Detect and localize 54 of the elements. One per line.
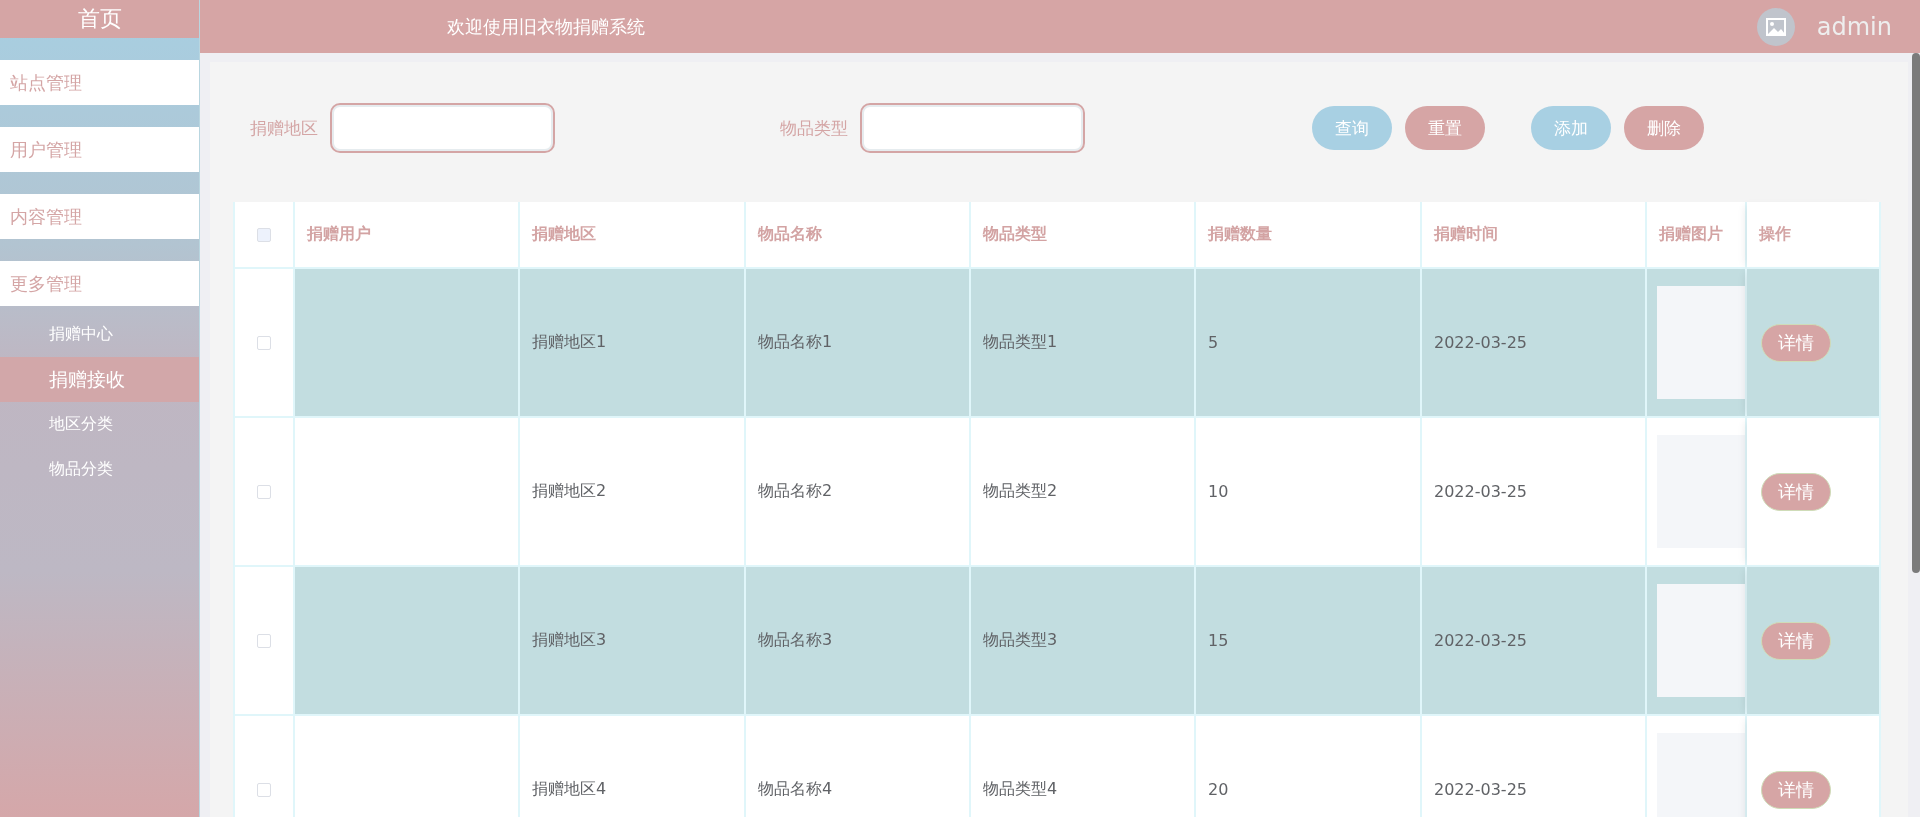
submenu-item[interactable]: 捐赠接收 xyxy=(0,357,199,402)
table-cell: 2022-03-25 xyxy=(1422,269,1647,418)
scrollbar-thumb[interactable] xyxy=(1912,53,1920,573)
detail-button[interactable]: 详情 xyxy=(1761,621,1831,660)
app-title: 欢迎使用旧衣物捐赠系统 xyxy=(447,14,645,39)
table-cell: 10 xyxy=(1196,418,1422,567)
input-field[interactable] xyxy=(860,103,1085,153)
menu-item[interactable]: 站点管理 xyxy=(0,60,199,105)
column-header: 物品类型 xyxy=(971,202,1196,269)
checkbox[interactable] xyxy=(257,335,271,350)
image-icon xyxy=(1765,17,1786,36)
column-header: 捐赠用户 xyxy=(295,202,520,269)
action-button[interactable]: 添加 xyxy=(1531,106,1611,150)
action-button[interactable]: 查询 xyxy=(1312,106,1392,150)
avatar[interactable] xyxy=(1756,7,1795,46)
detail-button[interactable]: 详情 xyxy=(1761,770,1831,809)
column-header: 捐赠时间 xyxy=(1422,202,1647,269)
column-header: 操作 xyxy=(1747,202,1881,269)
checkbox[interactable] xyxy=(257,782,271,797)
menu-item[interactable]: 内容管理 xyxy=(0,194,199,239)
checkbox[interactable] xyxy=(257,484,271,499)
checkbox[interactable] xyxy=(257,227,271,242)
submenu-item[interactable]: 地区分类 xyxy=(0,402,199,447)
table-cell: 物品名称3 xyxy=(746,567,971,716)
table-cell: 15 xyxy=(1196,567,1422,716)
filter-label: 捐赠地区 xyxy=(250,116,318,140)
table-cell: 物品名称2 xyxy=(746,418,971,567)
column-header: 捐赠图片 xyxy=(1647,202,1747,269)
menu-item[interactable]: 更多管理 xyxy=(0,261,199,306)
table-cell: 捐赠地区3 xyxy=(520,567,746,716)
action-button[interactable]: 重置 xyxy=(1405,106,1485,150)
table-cell: 2022-03-25 xyxy=(1422,418,1647,567)
input-field[interactable] xyxy=(330,103,555,153)
table-cell: 物品名称1 xyxy=(746,269,971,418)
column-header: 捐赠地区 xyxy=(520,202,746,269)
table-cell: 物品类型2 xyxy=(971,418,1196,567)
table-cell: 物品类型3 xyxy=(971,567,1196,716)
filter-label: 物品类型 xyxy=(780,116,848,140)
table-cell: 5 xyxy=(1196,269,1422,418)
action-button[interactable]: 删除 xyxy=(1624,106,1704,150)
home-link[interactable]: 首页 xyxy=(0,0,199,38)
table-cell: 捐赠地区2 xyxy=(520,418,746,567)
table-cell: 捐赠地区1 xyxy=(520,269,746,418)
table-cell: 2022-03-25 xyxy=(1422,567,1647,716)
detail-button[interactable]: 详情 xyxy=(1761,323,1831,362)
column-header: 捐赠数量 xyxy=(1196,202,1422,269)
submenu-item[interactable]: 物品分类 xyxy=(0,447,199,492)
menu-item[interactable]: 用户管理 xyxy=(0,127,199,172)
column-header: 物品名称 xyxy=(746,202,971,269)
detail-button[interactable]: 详情 xyxy=(1761,472,1831,511)
table-cell: 物品类型1 xyxy=(971,269,1196,418)
submenu-item[interactable]: 捐赠中心 xyxy=(0,312,199,357)
username[interactable]: admin xyxy=(1816,12,1892,41)
checkbox[interactable] xyxy=(257,633,271,648)
